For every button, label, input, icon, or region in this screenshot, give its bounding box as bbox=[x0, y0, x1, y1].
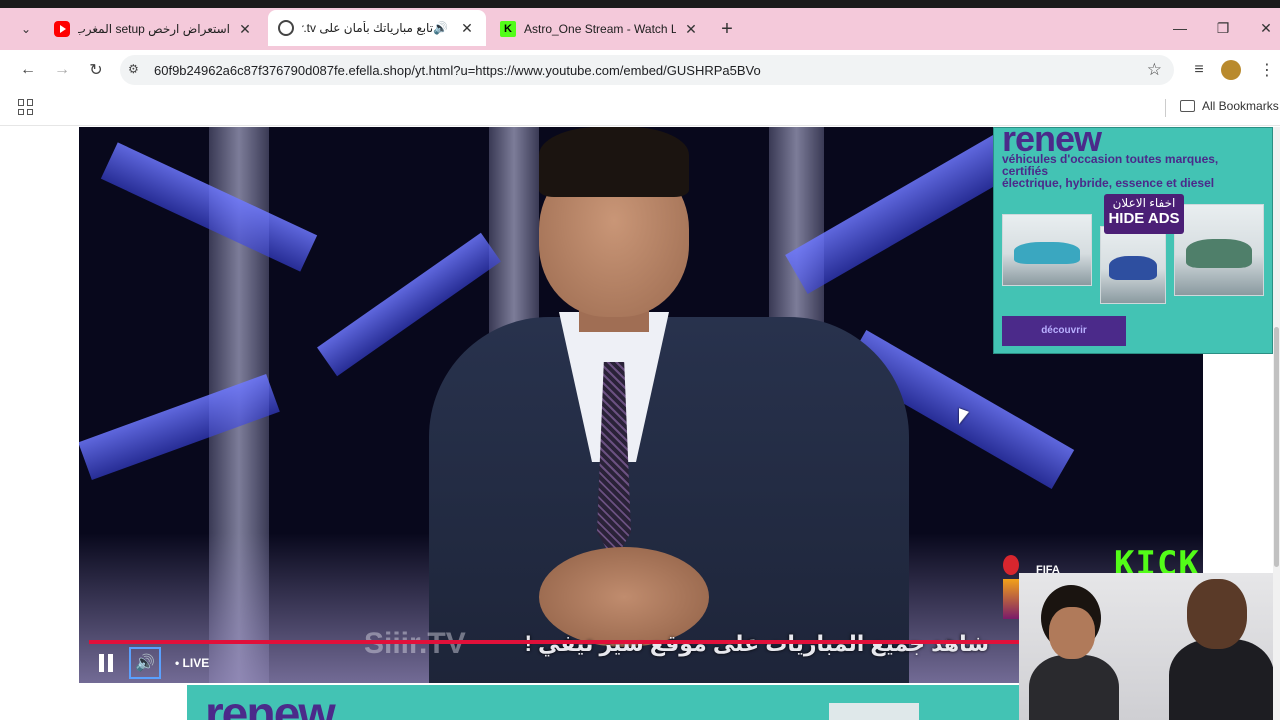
decouvrir-button[interactable]: découvrir bbox=[1002, 316, 1126, 346]
all-bookmarks-button[interactable]: All Bookmarks bbox=[1180, 99, 1279, 113]
window-top-edge bbox=[0, 0, 1280, 8]
kick-icon: K bbox=[500, 21, 516, 37]
mouse-cursor-icon bbox=[959, 408, 969, 428]
restore-icon[interactable]: ❐ bbox=[1208, 16, 1238, 40]
hide-ads-button[interactable]: اخفاء الاعلان HIDE ADS bbox=[1104, 194, 1184, 234]
minimize-icon[interactable]: — bbox=[1165, 16, 1195, 40]
streamer-right bbox=[1169, 579, 1274, 720]
globe-icon bbox=[278, 20, 294, 36]
tab-strip: ⌄ استعراض ارخص setup المغرب cr ✕ تابع مب… bbox=[0, 0, 1280, 50]
ad-car-image bbox=[829, 703, 919, 720]
new-tab-button[interactable]: + bbox=[716, 18, 738, 40]
pause-icon[interactable] bbox=[99, 654, 115, 672]
live-badge[interactable]: • LIVE bbox=[175, 656, 209, 670]
url-text[interactable]: 60f9b24962a6c87f376790d087fe.efella.shop… bbox=[154, 63, 761, 78]
renew-ad-bottom[interactable]: renew bbox=[187, 685, 1019, 720]
tab-kick[interactable]: K Astro_One Stream - Watch Live ✕ bbox=[490, 14, 710, 44]
car-image bbox=[1100, 226, 1166, 304]
speaker-icon[interactable]: 🔊 bbox=[433, 21, 448, 35]
progress-bar[interactable] bbox=[89, 640, 1019, 644]
bookmark-separator bbox=[1165, 99, 1166, 117]
tab-close-icon[interactable]: ✕ bbox=[236, 20, 254, 38]
streamer-left bbox=[1029, 585, 1119, 720]
site-settings-icon[interactable]: ⚙ bbox=[128, 62, 144, 78]
tab-title: استعراض ارخص setup المغرب cr bbox=[78, 22, 230, 36]
close-window-icon[interactable]: ✕ bbox=[1251, 16, 1280, 40]
address-bar[interactable]: ⚙ 60f9b24962a6c87f376790d087fe.efella.sh… bbox=[120, 55, 1174, 85]
tab-youtube[interactable]: استعراض ارخص setup المغرب cr ✕ bbox=[44, 14, 264, 44]
renew-logo: renew bbox=[205, 688, 336, 720]
renew-ad-top[interactable]: renew véhicules d'occasion toutes marque… bbox=[993, 118, 1273, 354]
live-label: LIVE bbox=[182, 656, 210, 670]
tab-title: Astro_One Stream - Watch Live bbox=[524, 22, 676, 36]
ticker-text: شاهد جميع المباريات على موقع سير تيفي ! bbox=[525, 631, 989, 657]
scrollbar-thumb[interactable] bbox=[1274, 327, 1279, 567]
tab-search-chevron-down-icon[interactable]: ⌄ bbox=[14, 17, 38, 41]
profile-avatar[interactable] bbox=[1221, 60, 1241, 80]
menu-dots-icon[interactable]: ⋮ bbox=[1255, 58, 1279, 82]
presenter bbox=[389, 127, 949, 683]
hide-ads-arabic: اخفاء الاعلان bbox=[1112, 196, 1176, 210]
car-image bbox=[1002, 214, 1092, 286]
youtube-icon bbox=[54, 21, 70, 37]
reading-list-icon[interactable]: ≡ bbox=[1187, 58, 1211, 82]
tab-close-icon[interactable]: ✕ bbox=[458, 19, 476, 37]
reload-icon[interactable]: ↻ bbox=[84, 58, 108, 82]
page-content: Siiir.TV شاهد جميع المباريات على موقع سي… bbox=[0, 118, 1280, 720]
back-arrow-icon[interactable]: ← bbox=[16, 58, 40, 82]
forward-arrow-icon[interactable]: → bbox=[50, 58, 74, 82]
car-image bbox=[1174, 204, 1264, 296]
streamer-webcam bbox=[1019, 573, 1280, 720]
hide-ads-english: HIDE ADS bbox=[1108, 210, 1180, 227]
ad-line-3: électrique, hybride, essence et diesel bbox=[1002, 176, 1215, 190]
player-controls: 🔊 • LIVE bbox=[99, 647, 209, 679]
tab-title: تابع مبارياتك بأمان على siir.tv bbox=[302, 21, 434, 35]
toolbar: ← → ↻ ⚙ 60f9b24962a6c87f376790d087fe.efe… bbox=[0, 50, 1280, 90]
tab-siir[interactable]: تابع مبارياتك بأمان على siir.tv 🔊 ✕ bbox=[268, 10, 486, 46]
all-bookmarks-label: All Bookmarks bbox=[1202, 99, 1279, 113]
volume-icon[interactable]: 🔊 bbox=[129, 647, 161, 679]
folder-icon bbox=[1180, 100, 1195, 112]
apps-grid-icon[interactable] bbox=[18, 99, 34, 115]
bookmark-star-icon[interactable]: ☆ bbox=[1147, 60, 1162, 80]
tab-close-icon[interactable]: ✕ bbox=[682, 20, 700, 38]
